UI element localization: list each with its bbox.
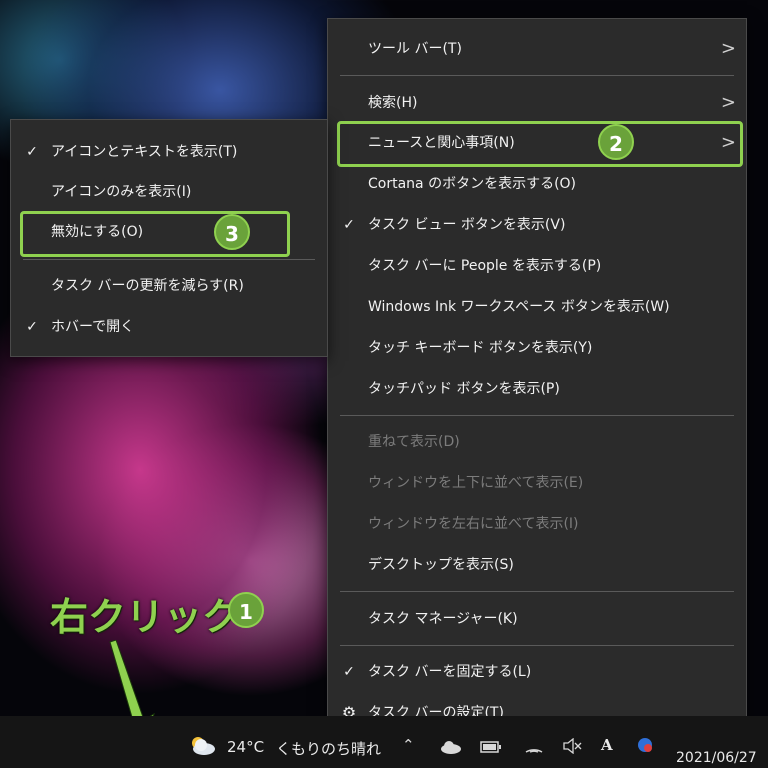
clock-date[interactable]: 2021/06/27 (676, 750, 757, 766)
chevron-right-icon: > (720, 92, 736, 113)
step-3-badge: 3 (214, 214, 250, 250)
menu-separator (340, 645, 734, 646)
right-click-annotation: 右クリック (50, 595, 241, 639)
menu-item-windows-ink[interactable]: Windows Ink ワークスペース ボタンを表示(W) (328, 290, 746, 324)
menu-item-task-view[interactable]: ✓ タスク ビュー ボタンを表示(V) (328, 208, 746, 242)
menu-item-label: タスク ビュー ボタンを表示(V) (368, 217, 566, 233)
menu-item-label: 検索(H) (368, 95, 418, 111)
checkmark-icon: ✓ (26, 319, 38, 335)
menu-item-lock-taskbar[interactable]: ✓ タスク バーを固定する(L) (328, 655, 746, 689)
submenu-item-open-on-hover[interactable]: ✓ ホバーで開く (11, 310, 327, 344)
menu-item-search[interactable]: 検索(H) > (328, 86, 746, 120)
menu-separator (340, 591, 734, 592)
highlight-news-interests (337, 121, 743, 167)
menu-item-label: ウィンドウを上下に並べて表示(E) (368, 475, 584, 491)
security-shield-icon[interactable] (636, 736, 654, 754)
volume-muted-icon[interactable] (562, 738, 582, 754)
chevron-up-icon[interactable]: ⌃ (402, 736, 415, 754)
weather-condition[interactable]: くもりのち晴れ (276, 738, 381, 759)
menu-item-label: タスク バーに People を表示する(P) (368, 258, 602, 274)
menu-item-side-by-side: ウィンドウを左右に並べて表示(I) (328, 507, 746, 541)
menu-item-cascade: 重ねて表示(D) (328, 425, 746, 459)
chevron-right-icon: > (720, 38, 736, 59)
weather-cloud-icon (192, 737, 215, 755)
menu-item-label: ウィンドウを左右に並べて表示(I) (368, 516, 579, 532)
menu-separator (340, 415, 734, 416)
battery-icon[interactable] (480, 740, 502, 754)
menu-item-cortana[interactable]: Cortana のボタンを表示する(O) (328, 167, 746, 201)
menu-item-label: デスクトップを表示(S) (368, 557, 514, 573)
menu-item-task-manager[interactable]: タスク マネージャー(K) (328, 602, 746, 636)
menu-item-label: Windows Ink ワークスペース ボタンを表示(W) (368, 299, 670, 315)
ime-mode-indicator[interactable]: A (601, 736, 613, 754)
menu-item-label: ツール バー(T) (368, 41, 462, 57)
weather-temperature[interactable]: 24°C (227, 738, 264, 756)
menu-item-label: タスク バーを固定する(L) (368, 664, 532, 680)
checkmark-icon: ✓ (343, 664, 355, 680)
menu-item-label: 重ねて表示(D) (368, 434, 460, 450)
submenu-item-icon-and-text[interactable]: ✓ アイコンとテキストを表示(T) (11, 135, 327, 169)
submenu-item-reduce-updates[interactable]: タスク バーの更新を減らす(R) (11, 269, 327, 303)
wifi-icon[interactable] (524, 738, 544, 754)
menu-item-label: タスク マネージャー(K) (368, 611, 518, 627)
menu-item-stack-windows: ウィンドウを上下に並べて表示(E) (328, 466, 746, 500)
menu-item-label: アイコンとテキストを表示(T) (51, 144, 238, 160)
menu-item-label: タッチパッド ボタンを表示(P) (368, 381, 560, 397)
step-2-badge: 2 (598, 124, 634, 160)
checkmark-icon: ✓ (343, 217, 355, 233)
menu-item-label: タッチ キーボード ボタンを表示(Y) (368, 340, 593, 356)
menu-item-touch-keyboard[interactable]: タッチ キーボード ボタンを表示(Y) (328, 331, 746, 365)
checkmark-icon: ✓ (26, 144, 38, 160)
submenu-item-icon-only[interactable]: アイコンのみを表示(I) (11, 175, 327, 209)
menu-item-label: Cortana のボタンを表示する(O) (368, 176, 577, 192)
cloud-icon[interactable] (440, 740, 462, 754)
step-1-badge: 1 (228, 592, 264, 628)
menu-separator (340, 75, 734, 76)
menu-item-toolbar[interactable]: ツール バー(T) > (328, 32, 746, 66)
taskbar[interactable]: 24°C くもりのち晴れ ⌃ A 2021/06/27 (0, 716, 768, 768)
menu-item-label: タスク バーの更新を減らす(R) (51, 278, 244, 294)
menu-item-label: ホバーで開く (51, 319, 135, 335)
menu-item-show-desktop[interactable]: デスクトップを表示(S) (328, 548, 746, 582)
menu-separator (23, 259, 315, 260)
menu-item-people[interactable]: タスク バーに People を表示する(P) (328, 249, 746, 283)
menu-item-label: アイコンのみを表示(I) (51, 184, 192, 200)
menu-item-touchpad[interactable]: タッチパッド ボタンを表示(P) (328, 372, 746, 406)
